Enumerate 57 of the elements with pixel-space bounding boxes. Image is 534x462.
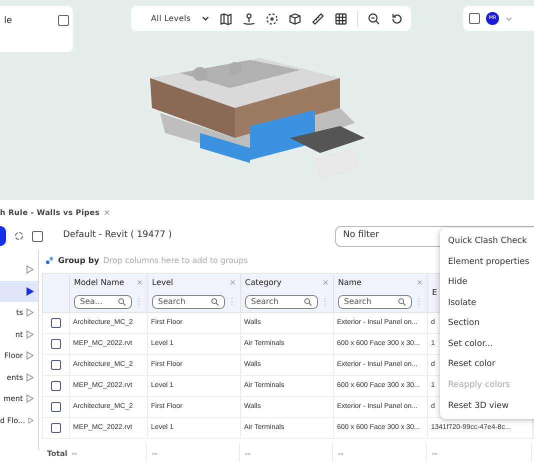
menu-item[interactable]: Hide xyxy=(440,272,534,293)
row-checkbox[interactable] xyxy=(51,360,61,370)
search-icon xyxy=(398,298,406,306)
play-outline-icon xyxy=(26,394,34,404)
column-header[interactable]: E xyxy=(432,287,438,299)
search-icon xyxy=(118,298,126,306)
play-outline-icon xyxy=(26,372,34,382)
zoom-icon[interactable] xyxy=(366,12,381,26)
grid-icon[interactable] xyxy=(334,12,348,26)
play-icon xyxy=(26,286,34,296)
panel-icon[interactable] xyxy=(32,230,43,242)
menu-item[interactable]: Element properties xyxy=(440,252,534,272)
search-field[interactable]: Search xyxy=(245,295,318,309)
row-checkbox[interactable] xyxy=(51,423,61,433)
group-by-hint: Drop columns here to add to groups xyxy=(103,254,248,266)
menu-item[interactable]: Set color... xyxy=(440,334,534,355)
play-outline-icon xyxy=(26,308,34,318)
cube-icon[interactable] xyxy=(288,12,302,26)
column-header[interactable]: Model Name xyxy=(74,277,124,289)
chevron-icon[interactable] xyxy=(505,14,513,22)
refresh-icon[interactable] xyxy=(14,231,24,241)
row-checkbox[interactable] xyxy=(51,339,61,349)
row-checkbox[interactable] xyxy=(51,402,61,412)
column-header[interactable]: Category xyxy=(245,277,282,289)
pin-icon[interactable] xyxy=(242,12,256,26)
play-outline-icon xyxy=(26,351,34,360)
target-icon[interactable] xyxy=(264,12,279,26)
view-title: Default - Revit ( 19477 ) xyxy=(63,229,172,242)
search-field[interactable]: Sea... xyxy=(74,295,132,309)
panel-toggle-icon[interactable] xyxy=(58,15,69,26)
toggle-icon[interactable] xyxy=(469,13,480,24)
map-icon[interactable] xyxy=(218,12,233,26)
search-icon xyxy=(304,298,312,306)
level-select[interactable]: All Levels xyxy=(151,12,210,24)
tab-close-icon[interactable]: × xyxy=(104,207,110,219)
search-icon xyxy=(211,298,219,306)
menu-item[interactable]: Reset 3D view xyxy=(440,396,534,416)
search-field[interactable]: Search xyxy=(338,295,412,309)
primary-button[interactable] xyxy=(0,226,6,246)
column-header[interactable]: Name xyxy=(338,277,362,289)
group-by-label: Group by xyxy=(58,254,100,266)
play-outline-icon xyxy=(26,265,34,274)
play-outline-icon xyxy=(28,416,34,425)
row-checkbox[interactable] xyxy=(51,318,61,328)
reset-icon[interactable] xyxy=(390,12,404,26)
ruler-icon[interactable] xyxy=(310,12,325,26)
sidebar-item[interactable] xyxy=(0,280,38,302)
menu-item[interactable]: Section xyxy=(440,313,534,334)
group-icon xyxy=(45,256,54,265)
search-field[interactable]: Search xyxy=(152,295,225,309)
column-header[interactable]: Level xyxy=(152,277,174,289)
menu-item[interactable]: Isolate xyxy=(440,292,534,314)
row-checkbox[interactable] xyxy=(51,381,61,391)
chevron-icon xyxy=(200,14,210,23)
panel-title: le xyxy=(4,15,12,28)
play-outline-icon xyxy=(26,330,34,339)
menu-item[interactable]: Reset color xyxy=(440,354,534,376)
